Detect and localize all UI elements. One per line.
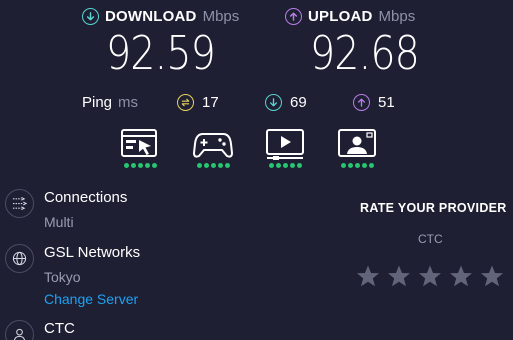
globe-icon	[5, 244, 34, 273]
ping-download: 69	[265, 92, 307, 112]
upload-speed-value: 92.68	[310, 26, 420, 80]
star-icon[interactable]	[480, 264, 504, 288]
ping-download-value: 69	[290, 93, 307, 111]
ping-unit: ms	[118, 93, 139, 111]
ping-label-group: Ping ms	[82, 92, 138, 112]
feature-web-browsing[interactable]	[120, 128, 160, 168]
rating-dots	[265, 163, 305, 168]
connections-title: Connections	[44, 189, 128, 206]
web-browsing-icon	[120, 128, 160, 160]
star-icon[interactable]	[387, 264, 411, 288]
change-server-link[interactable]: Change Server	[44, 291, 138, 307]
download-arrow-icon	[82, 7, 99, 25]
rating-dots	[120, 163, 160, 168]
download-unit: Mbps	[202, 7, 240, 25]
upload-latency-icon	[353, 93, 370, 111]
ping-idle: 17	[177, 92, 219, 112]
server-location: Tokyo	[44, 269, 81, 285]
download-latency-icon	[265, 93, 282, 111]
feature-video-streaming[interactable]	[265, 128, 305, 168]
rating-stars	[356, 264, 504, 288]
gaming-controller-icon	[193, 128, 233, 160]
video-chat-icon	[337, 128, 377, 160]
upload-label: UPLOAD	[308, 7, 373, 25]
rating-dots	[337, 163, 377, 168]
upload-arrow-icon	[285, 7, 302, 25]
connections-icon	[5, 189, 34, 218]
star-icon[interactable]	[449, 264, 473, 288]
server-name: GSL Networks	[44, 244, 141, 261]
feature-gaming[interactable]	[193, 128, 233, 168]
download-speed-value: 92.59	[106, 26, 216, 80]
star-icon[interactable]	[356, 264, 380, 288]
feature-video-chat[interactable]	[337, 128, 377, 168]
rate-provider-isp: CTC	[418, 232, 443, 246]
download-section: DOWNLOAD Mbps	[82, 6, 239, 26]
connections-value: Multi	[44, 214, 74, 230]
rating-dots	[193, 163, 233, 168]
user-icon	[5, 320, 34, 340]
idle-latency-icon	[177, 93, 194, 111]
ping-upload-value: 51	[378, 93, 395, 111]
rate-provider-title: RATE YOUR PROVIDER	[360, 201, 507, 215]
upload-unit: Mbps	[378, 7, 416, 25]
ping-label: Ping	[82, 93, 113, 111]
ping-upload: 51	[353, 92, 395, 112]
video-streaming-icon	[265, 128, 305, 160]
upload-section: UPLOAD Mbps	[285, 6, 415, 26]
star-icon[interactable]	[418, 264, 442, 288]
download-label: DOWNLOAD	[105, 7, 197, 25]
provider-name: CTC	[44, 320, 75, 337]
ping-idle-value: 17	[202, 93, 219, 111]
